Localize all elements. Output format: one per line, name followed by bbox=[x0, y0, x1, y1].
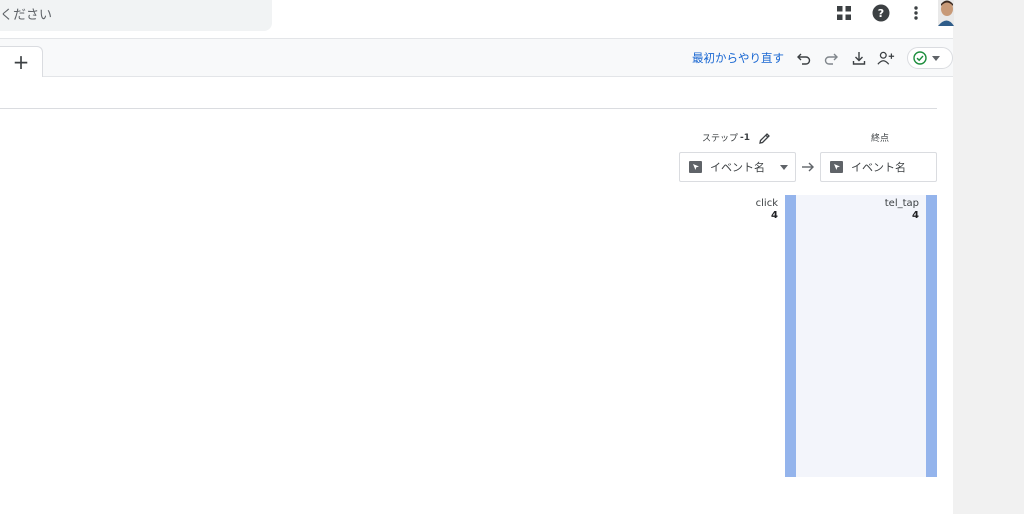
step-dropdown-label: イベント名 bbox=[710, 161, 765, 174]
restart-link[interactable]: 最初からやり直す bbox=[692, 50, 784, 66]
download-icon[interactable] bbox=[850, 49, 868, 67]
end-dropdown-label: イベント名 bbox=[851, 161, 906, 174]
add-tab-button[interactable]: + bbox=[0, 46, 43, 77]
end-event-name: tel_tap bbox=[884, 198, 919, 209]
status-menu-button[interactable] bbox=[907, 47, 953, 69]
step-event-name: click bbox=[755, 198, 778, 209]
dropdown-caret-icon bbox=[780, 165, 788, 170]
cursor-click-icon bbox=[830, 161, 843, 173]
search-input[interactable] bbox=[0, 0, 272, 31]
step-header-label: ステップ bbox=[702, 134, 739, 144]
user-avatar[interactable] bbox=[938, 0, 954, 26]
add-tab-icon: + bbox=[12, 50, 30, 74]
step-header: ステップ -1 bbox=[702, 131, 751, 145]
step-bar[interactable] bbox=[785, 195, 796, 477]
redo-icon[interactable] bbox=[822, 49, 840, 67]
step-event-dropdown[interactable]: イベント名 bbox=[679, 152, 796, 182]
end-event-count: 4 bbox=[912, 210, 919, 221]
right-gutter bbox=[953, 0, 1024, 514]
more-vert-icon[interactable] bbox=[906, 3, 926, 23]
step-event-count: 4 bbox=[771, 210, 778, 221]
apps-grid-icon[interactable] bbox=[834, 3, 854, 23]
section-divider bbox=[0, 108, 937, 109]
help-icon[interactable]: ? bbox=[871, 3, 891, 23]
search-box[interactable] bbox=[0, 0, 272, 31]
cursor-click-icon bbox=[689, 161, 702, 173]
end-event-dropdown[interactable]: イベント名 bbox=[820, 152, 937, 182]
funnel-lane bbox=[796, 195, 926, 477]
check-circle-icon bbox=[913, 51, 927, 65]
svg-text:?: ? bbox=[878, 7, 884, 20]
undo-icon[interactable] bbox=[795, 49, 813, 67]
pencil-icon[interactable] bbox=[758, 130, 771, 144]
caret-down-icon bbox=[932, 55, 940, 61]
end-bar[interactable] bbox=[926, 195, 937, 477]
step-header-number: -1 bbox=[740, 132, 751, 143]
share-user-icon[interactable] bbox=[877, 49, 895, 67]
arrow-right-icon bbox=[802, 162, 814, 172]
end-header: 終点 bbox=[871, 134, 890, 144]
